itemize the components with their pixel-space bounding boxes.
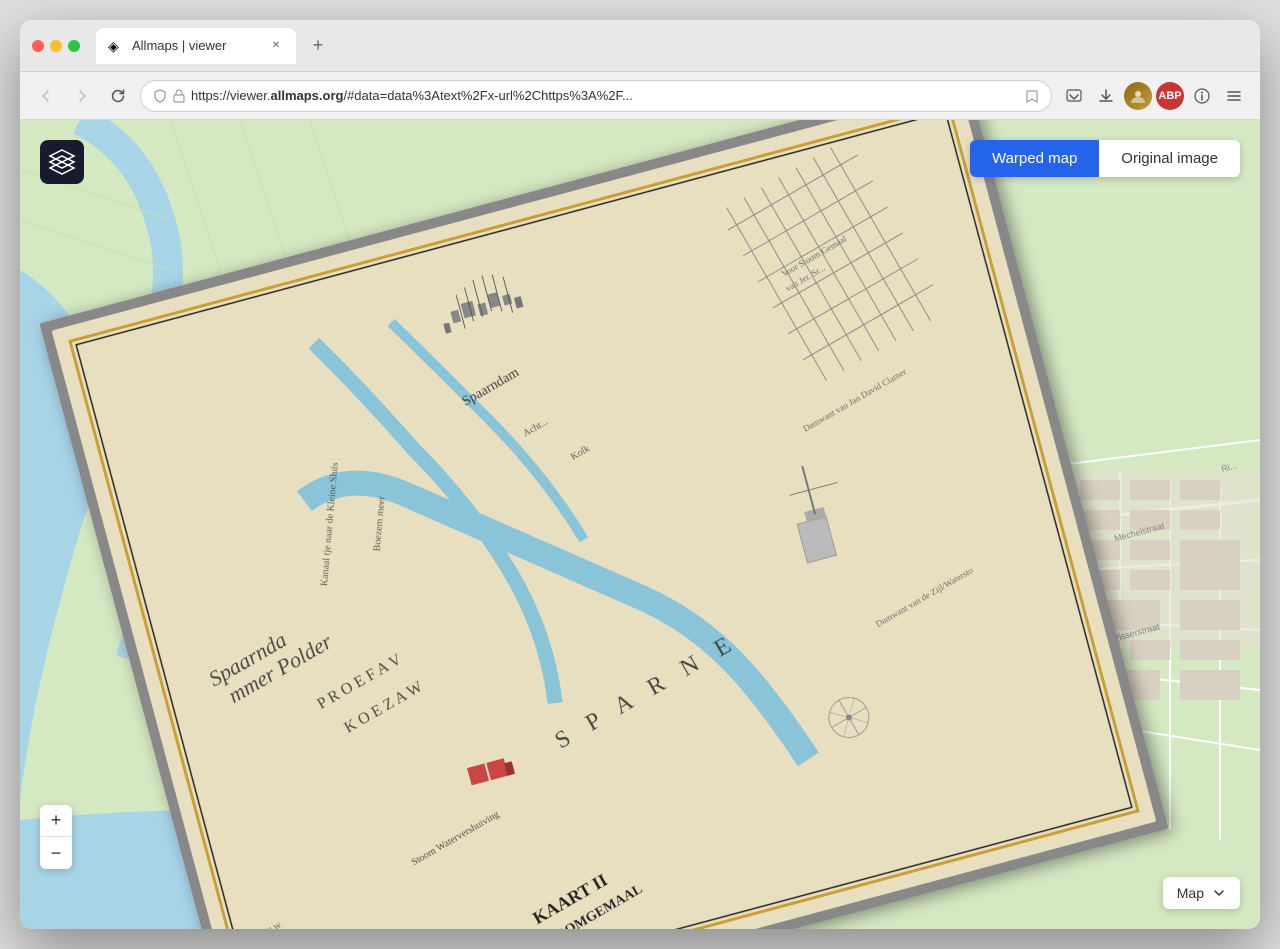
chevron-down-icon bbox=[1212, 886, 1226, 900]
menu-button[interactable] bbox=[1220, 82, 1248, 110]
tab-favicon: ◈ bbox=[108, 38, 124, 54]
allmaps-logo[interactable] bbox=[40, 140, 84, 184]
historical-map-overlay[interactable]: Spaarndam Spaarnda mmer Polder P R O E F… bbox=[20, 120, 1260, 929]
address-field[interactable]: https://viewer.allmaps.org/#data=data%3A… bbox=[140, 80, 1052, 112]
lock-icon bbox=[173, 89, 185, 103]
close-button[interactable] bbox=[32, 40, 44, 52]
active-tab[interactable]: ◈ Allmaps | viewer ✕ bbox=[96, 28, 296, 64]
user-avatar[interactable] bbox=[1124, 82, 1152, 110]
forward-button[interactable] bbox=[68, 82, 96, 110]
traffic-lights bbox=[32, 40, 80, 52]
original-image-button[interactable]: Original image bbox=[1099, 140, 1240, 177]
info-button[interactable] bbox=[1188, 82, 1216, 110]
warped-map-button[interactable]: Warped map bbox=[970, 140, 1099, 177]
address-bar: https://viewer.allmaps.org/#data=data%3A… bbox=[20, 72, 1260, 120]
historical-map-svg: Spaarndam Spaarnda mmer Polder P R O E F… bbox=[20, 120, 1260, 929]
title-bar: ◈ Allmaps | viewer ✕ + bbox=[20, 20, 1260, 72]
browser-window: ◈ Allmaps | viewer ✕ + https://viewer.al… bbox=[20, 20, 1260, 929]
abp-badge[interactable]: ABP bbox=[1156, 82, 1184, 110]
url-display: https://viewer.allmaps.org/#data=data%3A… bbox=[191, 88, 1019, 103]
map-type-label: Map bbox=[1177, 885, 1204, 901]
pocket-button[interactable] bbox=[1060, 82, 1088, 110]
refresh-button[interactable] bbox=[104, 82, 132, 110]
tab-close-button[interactable]: ✕ bbox=[268, 38, 284, 54]
back-button[interactable] bbox=[32, 82, 60, 110]
minimize-button[interactable] bbox=[50, 40, 62, 52]
maximize-button[interactable] bbox=[68, 40, 80, 52]
main-content: Mechelstraat Cornelis Visserstraat Ri... bbox=[20, 120, 1260, 929]
toolbar-icons: ABP bbox=[1060, 82, 1248, 110]
zoom-out-button[interactable]: − bbox=[40, 837, 72, 869]
map-type-selector[interactable]: Map bbox=[1163, 877, 1240, 909]
tab-title: Allmaps | viewer bbox=[132, 38, 260, 53]
shield-icon bbox=[153, 89, 167, 103]
zoom-in-button[interactable]: + bbox=[40, 805, 72, 837]
new-tab-button[interactable]: + bbox=[304, 32, 332, 60]
bookmark-icon[interactable] bbox=[1025, 89, 1039, 103]
zoom-controls: + − bbox=[40, 805, 72, 869]
view-toggle: Warped map Original image bbox=[970, 140, 1240, 177]
download-button[interactable] bbox=[1092, 82, 1120, 110]
